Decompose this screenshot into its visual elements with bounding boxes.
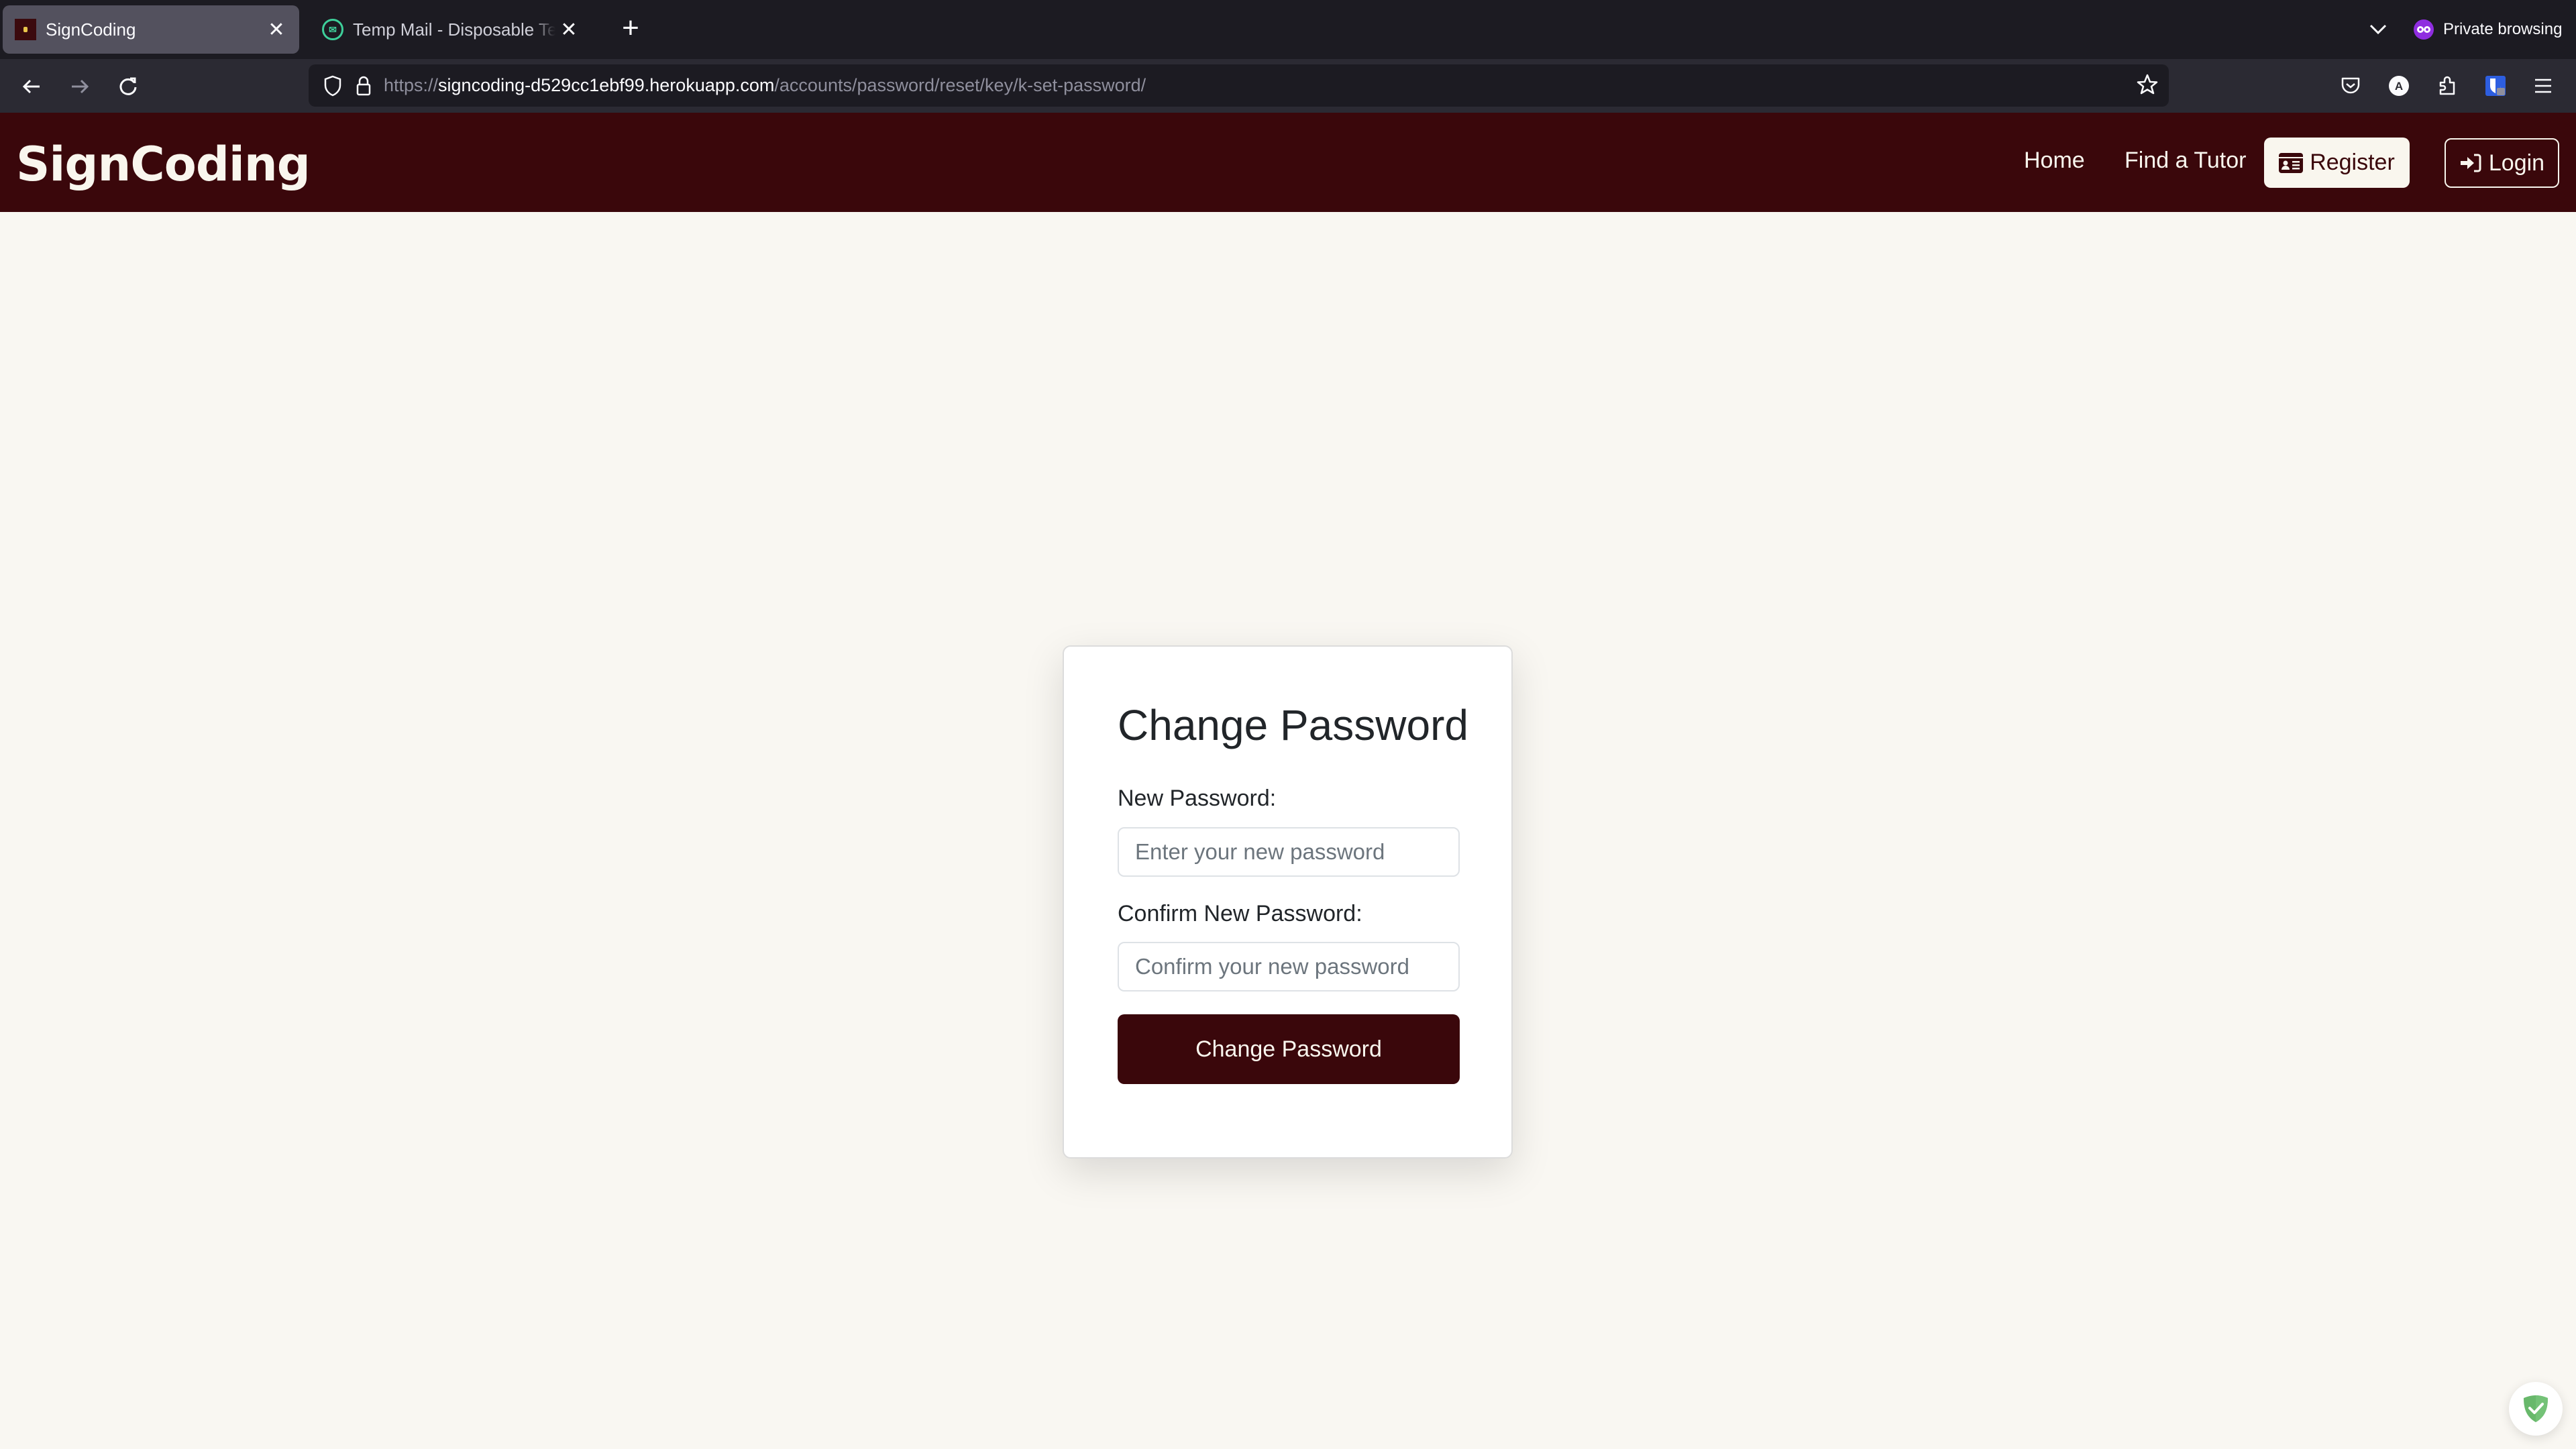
private-browsing-indicator: Private browsing <box>2414 16 2562 43</box>
shield-check-icon <box>2524 1395 2548 1422</box>
id-card-icon <box>2279 152 2304 173</box>
new-tab-plus-icon[interactable]: + <box>616 13 645 44</box>
change-password-button[interactable]: Change Password <box>1118 1014 1460 1084</box>
back-arrow-icon[interactable] <box>16 71 47 102</box>
url-host: signcoding-d529cc1ebf99.herokuapp.com <box>438 75 775 95</box>
browser-tab-bar: SignCoding ✕ ✉ Temp Mail - Disposable Te… <box>0 0 2576 59</box>
chevron-down-icon[interactable] <box>2367 17 2390 40</box>
browser-toolbar: https://signcoding-d529cc1ebf99.herokuap… <box>0 59 2576 113</box>
new-password-input[interactable] <box>1118 827 1460 877</box>
temp-mail-favicon-icon: ✉ <box>322 19 343 40</box>
reload-icon[interactable] <box>113 71 144 102</box>
extensions-puzzle-icon[interactable] <box>2432 70 2463 101</box>
forward-arrow-icon[interactable] <box>64 71 95 102</box>
signcoding-favicon-icon <box>15 19 36 40</box>
url-path: /accounts/password/reset/key/k-set-passw… <box>774 75 1146 95</box>
bookmark-star-icon[interactable] <box>2135 72 2159 97</box>
tab-signcoding[interactable]: SignCoding ✕ <box>3 5 299 54</box>
close-icon[interactable]: ✕ <box>263 16 290 43</box>
url-bar[interactable]: https://signcoding-d529cc1ebf99.herokuap… <box>309 64 2169 107</box>
page-title: Change Password <box>1118 701 1468 749</box>
new-password-label: New Password: <box>1118 786 1277 811</box>
confirm-password-label: Confirm New Password: <box>1118 901 1362 926</box>
site-navbar: SignCoding Home Find a Tutor Register Lo… <box>0 113 2576 212</box>
sign-in-icon <box>2460 154 2481 172</box>
lock-icon[interactable] <box>352 74 376 98</box>
pocket-icon[interactable] <box>2335 70 2366 101</box>
close-icon[interactable]: ✕ <box>555 16 582 43</box>
private-mask-icon <box>2414 19 2434 40</box>
url-scheme: https:// <box>384 75 439 95</box>
register-button[interactable]: Register <box>2264 138 2410 188</box>
tab-title: Temp Mail - Disposable Temporary Email <box>353 19 555 40</box>
login-label: Login <box>2488 150 2545 176</box>
url-text[interactable]: https://signcoding-d529cc1ebf99.herokuap… <box>384 75 1146 96</box>
register-label: Register <box>2310 150 2395 175</box>
private-browsing-label: Private browsing <box>2443 20 2563 38</box>
change-password-card: Change Password New Password: Confirm Ne… <box>1063 645 1513 1159</box>
tracking-shield-icon[interactable] <box>321 74 345 98</box>
adguard-badge[interactable] <box>2509 1382 2563 1436</box>
tab-title: SignCoding <box>46 19 136 40</box>
tab-temp-mail[interactable]: ✉ Temp Mail - Disposable Temporary Email… <box>310 5 592 54</box>
login-button[interactable]: Login <box>2445 138 2559 188</box>
nav-find-tutor-link[interactable]: Find a Tutor <box>2125 148 2246 174</box>
confirm-password-input[interactable] <box>1118 942 1460 991</box>
svg-text:A: A <box>2395 80 2403 93</box>
account-avatar-icon[interactable]: A <box>2383 70 2414 101</box>
hamburger-menu-icon[interactable] <box>2528 70 2559 101</box>
bitwarden-extension-icon[interactable] <box>2480 70 2511 101</box>
nav-home-link[interactable]: Home <box>2024 148 2085 174</box>
brand-logo[interactable]: SignCoding <box>16 137 311 192</box>
